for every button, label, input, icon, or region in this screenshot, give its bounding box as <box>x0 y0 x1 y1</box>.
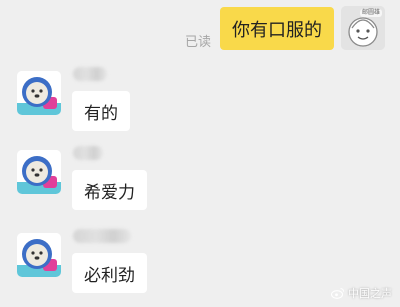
seal-astronaut-icon <box>17 71 61 115</box>
contact-avatar[interactable] <box>17 71 61 115</box>
seal-astronaut-icon <box>17 150 61 194</box>
sender-name-blurred <box>73 146 103 160</box>
sender-name-blurred <box>73 67 107 81</box>
read-receipt: 已读 <box>185 35 212 50</box>
weibo-icon <box>331 288 345 299</box>
sender-name-blurred <box>73 229 131 243</box>
seal-astronaut-icon <box>17 233 61 277</box>
incoming-message-bubble[interactable]: 有的 <box>72 91 130 131</box>
contact-avatar[interactable] <box>17 233 61 277</box>
outgoing-message-text: 你有口服的 <box>232 19 322 41</box>
incoming-message-text: 有的 <box>84 103 118 124</box>
incoming-message-row: 有的 <box>0 67 400 137</box>
watermark: 中国之声 <box>331 285 392 301</box>
incoming-message-bubble[interactable]: 必利劲 <box>72 253 147 293</box>
incoming-message-text: 希爱力 <box>84 182 135 203</box>
outgoing-message-bubble[interactable]: 你有口服的 <box>220 7 334 50</box>
self-avatar[interactable]: 邮圆雄 <box>341 6 385 50</box>
incoming-message-row: 希爱力 <box>0 146 400 216</box>
incoming-message-bubble[interactable]: 希爱力 <box>72 170 147 210</box>
watermark-text: 中国之声 <box>348 287 392 300</box>
contact-avatar[interactable] <box>17 150 61 194</box>
chat-window: 已读 你有口服的 邮圆雄 有的 希爱力 必利劲 中国之声 <box>0 0 400 307</box>
incoming-message-text: 必利劲 <box>84 265 135 286</box>
avatar-tag: 邮圆雄 <box>359 9 382 17</box>
